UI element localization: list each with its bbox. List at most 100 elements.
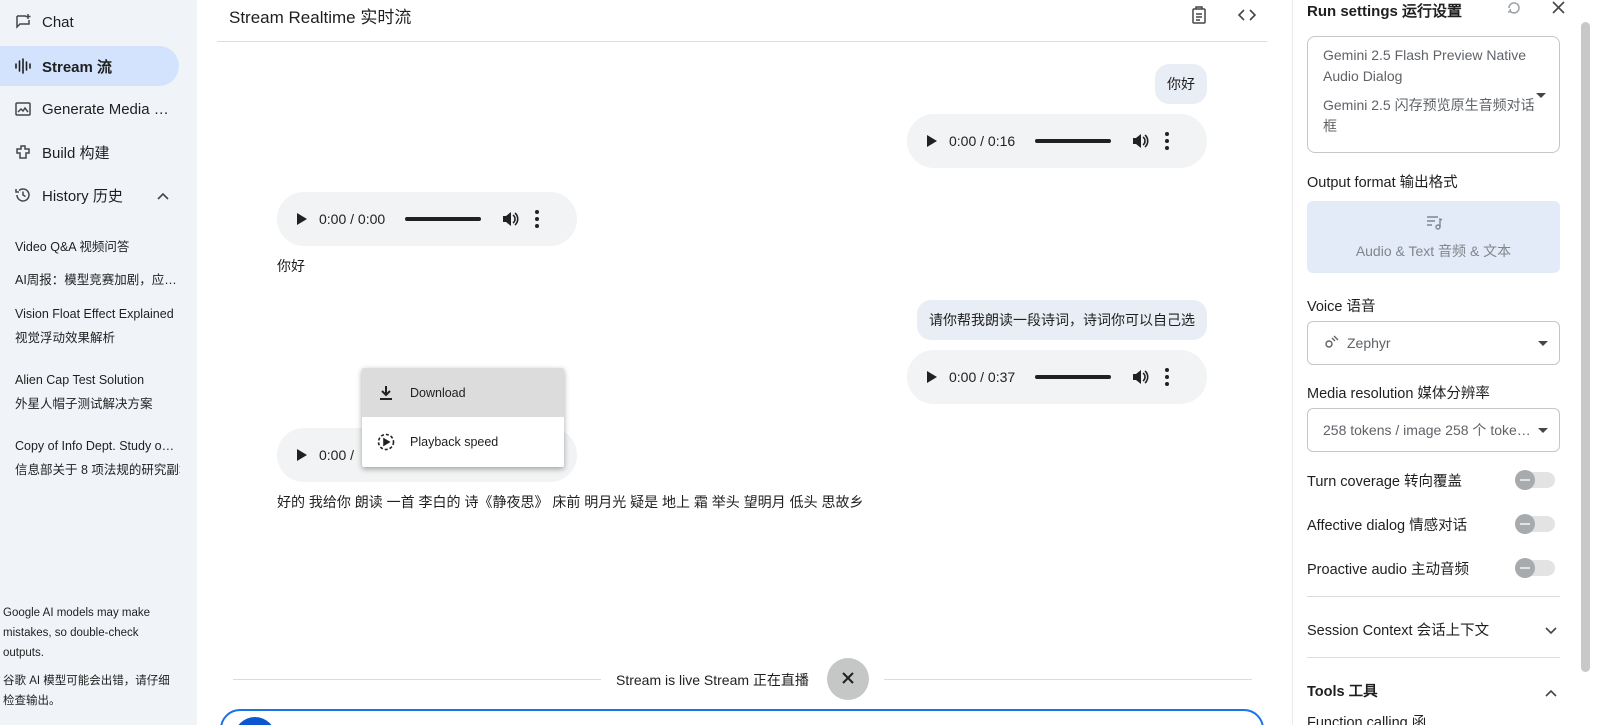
menu-item-playback-speed[interactable]: Playback speed <box>362 417 564 466</box>
clipboard-icon[interactable] <box>1188 4 1210 26</box>
volume-icon[interactable] <box>1131 368 1149 386</box>
nav-stream-label: Stream 流 <box>42 58 113 76</box>
more-options-icon[interactable] <box>1165 368 1170 386</box>
audio-player[interactable]: 0:00 / 0:00 <box>277 192 577 246</box>
waveform-icon <box>14 57 32 75</box>
affective-dialog-label: Affective dialog 情感对话 <box>1307 518 1468 534</box>
image-icon <box>14 100 32 118</box>
nav-history[interactable]: History 历史 <box>0 175 179 215</box>
audio-player[interactable]: 0:00 / 0:16 <box>907 114 1207 168</box>
code-icon[interactable] <box>1236 4 1258 26</box>
chevron-down-icon[interactable] <box>1545 622 1557 638</box>
audio-time: 0:00 / 0:37 <box>949 369 1016 385</box>
nav-build-label: Build 构建 <box>42 144 110 162</box>
divider <box>884 679 1252 680</box>
reset-icon[interactable] <box>1506 0 1522 19</box>
voice-icon <box>1323 335 1339 351</box>
stream-live-status: Stream is live Stream 正在直播 <box>616 672 809 688</box>
affective-dialog-toggle[interactable] <box>1515 514 1555 534</box>
audio-player[interactable]: 0:00 / 0:37 <box>907 350 1207 404</box>
audio-time: 0:00 / <box>319 447 355 463</box>
chevron-up-icon[interactable] <box>157 187 169 204</box>
user-message: 请你帮我朗读一段诗词，诗词你可以自己选 <box>917 300 1207 340</box>
page-title: Stream Realtime 实时流 <box>229 8 412 27</box>
turn-coverage-toggle[interactable] <box>1515 470 1555 490</box>
history-icon <box>14 186 32 204</box>
dropdown-arrow-icon <box>1536 93 1546 98</box>
nav-build[interactable]: Build 构建 <box>0 132 179 172</box>
history-item[interactable]: Alien Cap Test Solution 外星人帽子测试解决方案 <box>15 368 180 416</box>
panel-scrollbar[interactable] <box>1581 22 1590 672</box>
playback-speed-icon <box>376 432 396 452</box>
voice-select[interactable]: Zephyr <box>1307 321 1560 365</box>
user-message-text: 你好 <box>1167 76 1195 92</box>
disclaimer-en: Google AI models may make mistakes, so d… <box>3 607 151 659</box>
media-resolution-select[interactable]: 258 tokens / image 258 个 toke… <box>1307 408 1560 452</box>
history-item[interactable]: AI周报：模型竞赛加剧，应… <box>15 268 180 292</box>
prompt-input-bar[interactable] <box>220 709 1264 725</box>
main-header: Stream Realtime 实时流 <box>217 0 1267 42</box>
volume-icon[interactable] <box>501 210 519 228</box>
more-options-icon[interactable] <box>535 210 540 228</box>
history-item-subtitle: 外星人帽子测试解决方案 <box>15 397 153 411</box>
run-settings-panel: Run settings 运行设置 Gemini 2.5 Flash Previ… <box>1292 0 1601 725</box>
nav-generate-media[interactable]: Generate Media … <box>0 89 179 129</box>
turn-coverage-label: Turn coverage 转向覆盖 <box>1307 474 1462 490</box>
audio-time: 0:00 / 0:16 <box>949 133 1016 149</box>
user-message-text: 请你帮我朗读一段诗词，诗词你可以自己选 <box>929 312 1195 328</box>
model-message: 好的 我给你 朗读 一首 李白的 诗《静夜思》 床前 明月光 疑是 地上 霜 举… <box>277 494 864 510</box>
nav-chat[interactable]: Chat <box>0 2 179 42</box>
audio-seek-bar[interactable] <box>1035 375 1112 379</box>
sidebar: Chat Stream 流 Generate Media … Build 构建 … <box>0 0 197 725</box>
history-item-title: Video Q&A 视频问答 <box>15 240 130 254</box>
nav-chat-label: Chat <box>42 13 74 31</box>
close-icon[interactable] <box>1552 1 1565 17</box>
history-item-title: AI周报：模型竞赛加剧，应… <box>15 273 177 287</box>
chat-icon <box>14 13 32 31</box>
play-icon[interactable] <box>927 135 937 147</box>
proactive-audio-toggle[interactable] <box>1515 558 1555 578</box>
history-item[interactable]: Copy of Info Dept. Study o… 信息部关于 8 项法规的… <box>15 434 180 482</box>
media-resolution-label: Media resolution 媒体分辨率 <box>1307 386 1490 402</box>
media-resolution-value: 258 tokens / image 258 个 toke… <box>1323 422 1531 438</box>
close-icon <box>841 671 855 688</box>
history-item[interactable]: Video Q&A 视频问答 <box>15 235 180 259</box>
play-icon[interactable] <box>297 213 307 225</box>
audio-seek-bar[interactable] <box>405 217 482 221</box>
divider <box>1307 596 1560 597</box>
output-format-option[interactable]: Audio & Text 音频 & 文本 <box>1307 201 1560 273</box>
play-icon[interactable] <box>927 371 937 383</box>
history-item[interactable]: Vision Float Effect Explained 视觉浮动效果解析 <box>15 302 180 350</box>
model-name-en: Gemini 2.5 Flash Preview Native Audio Di… <box>1323 47 1527 84</box>
audio-text-icon <box>1307 201 1560 235</box>
history-item-subtitle: 信息部关于 8 项法规的研究副本 <box>15 463 180 477</box>
divider <box>233 679 601 680</box>
volume-icon[interactable] <box>1131 132 1149 150</box>
build-icon <box>14 143 32 161</box>
voice-value: Zephyr <box>1347 335 1391 351</box>
output-format-label: Output format 输出格式 <box>1307 175 1458 191</box>
audio-context-menu: Download Playback speed <box>362 368 564 467</box>
play-icon[interactable] <box>297 449 307 461</box>
panel-title: Run settings 运行设置 <box>1307 3 1463 20</box>
mic-button[interactable] <box>234 717 276 725</box>
more-options-icon[interactable] <box>1165 132 1170 150</box>
history-item-title: Copy of Info Dept. Study o… <box>15 439 175 453</box>
nav-history-label: History 历史 <box>42 187 123 205</box>
nav-stream[interactable]: Stream 流 <box>0 46 179 86</box>
audio-time: 0:00 / 0:00 <box>319 211 386 227</box>
output-format-value: Audio & Text 音频 & 文本 <box>1355 243 1512 259</box>
nav-generate-media-label: Generate Media … <box>42 100 169 118</box>
function-calling-label: Function calling 函 <box>1307 715 1427 725</box>
dropdown-arrow-icon <box>1538 428 1548 433</box>
tools-label[interactable]: Tools 工具 <box>1307 680 1378 701</box>
model-selector[interactable]: Gemini 2.5 Flash Preview Native Audio Di… <box>1307 36 1560 153</box>
audio-seek-bar[interactable] <box>1035 139 1112 143</box>
chevron-up-icon[interactable] <box>1545 684 1557 700</box>
proactive-audio-label: Proactive audio 主动音频 <box>1307 562 1469 578</box>
history-item-subtitle: 视觉浮动效果解析 <box>15 331 116 345</box>
download-icon <box>376 383 396 403</box>
session-context-label[interactable]: Session Context 会话上下文 <box>1307 619 1489 640</box>
menu-item-download[interactable]: Download <box>362 368 564 417</box>
stop-stream-button[interactable] <box>827 658 869 700</box>
